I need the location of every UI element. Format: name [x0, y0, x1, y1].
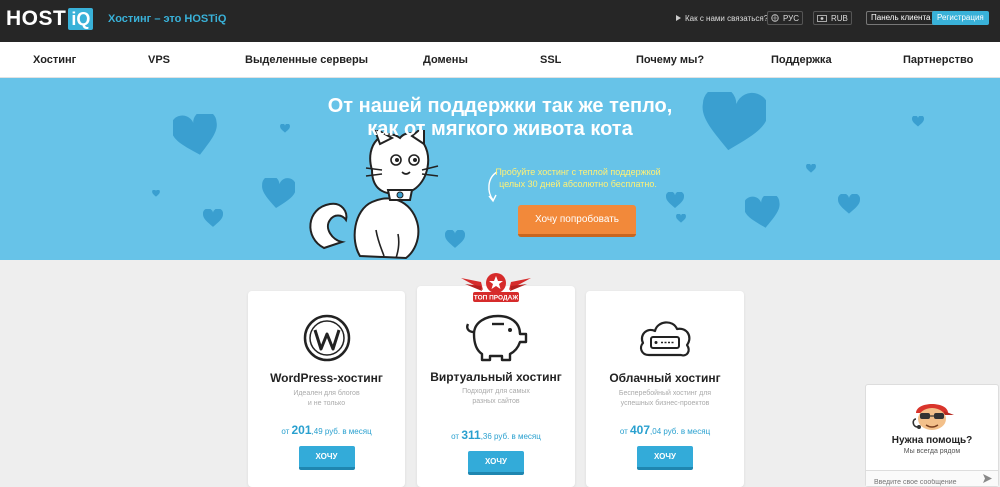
send-icon[interactable] — [983, 474, 992, 483]
card-desc-line1: Идеален для блогов — [293, 390, 360, 397]
heart-icon — [702, 92, 766, 151]
card-description: Идеален для блогов и не только — [258, 389, 395, 409]
card-desc-line2: успешных бизнес-проектов — [620, 400, 710, 407]
chat-subtitle: Мы всегда рядом — [903, 448, 961, 455]
heart-icon — [262, 178, 295, 209]
card-price: от 407,04 руб. в месяц — [586, 423, 744, 437]
main-nav: Хостинг VPS Выделенные серверы Домены SS… — [0, 42, 1000, 78]
hero-title-line1: От нашей поддержки так же тепло, — [327, 95, 673, 117]
wordpress-icon — [303, 314, 350, 362]
hero-subtitle-line2: целых 30 дней абсолютно бесплатно. — [499, 179, 657, 189]
nav-item-why-us[interactable]: Почему мы? — [636, 54, 704, 66]
chat-input-area — [866, 470, 998, 487]
price-prefix: от — [281, 427, 290, 436]
hero-banner: От нашей поддержки так же тепло, как от … — [0, 78, 1000, 260]
chat-title: Нужна помощь? — [891, 435, 973, 446]
logo[interactable]: HOST iQ — [6, 7, 94, 31]
card-description: Подходит для самых разных сайтов — [427, 387, 565, 407]
order-button[interactable]: ХОЧУ — [298, 446, 355, 470]
plan-card-cloud: Облачный хостинг Бесперебойный хостинг д… — [586, 291, 744, 487]
arrow-right-icon — [676, 15, 681, 21]
price-integer: 311 — [461, 428, 481, 442]
nav-item-ssl[interactable]: SSL — [540, 54, 561, 66]
chat-widget[interactable]: Нужна помощь? Мы всегда рядом — [865, 384, 999, 487]
heart-icon — [745, 196, 780, 228]
hero-subtitle-line1: Пробуйте хостинг с теплой поддержкой — [495, 167, 661, 177]
heart-icon — [666, 192, 684, 208]
nav-item-support[interactable]: Поддержка — [771, 54, 832, 66]
card-desc-line2: и не только — [307, 400, 346, 407]
top-bar: HOST iQ Хостинг – это HOSTiQ Как с нами … — [0, 0, 1000, 42]
heart-icon — [280, 124, 290, 133]
heart-icon — [152, 190, 160, 197]
card-title: Облачный хостинг — [609, 371, 721, 385]
chat-message-input[interactable] — [874, 475, 974, 487]
card-price: от 201,49 руб. в месяц — [248, 423, 405, 437]
currency-select[interactable]: RUB — [813, 11, 852, 25]
card-description: Бесперебойный хостинг для успешных бизне… — [596, 389, 734, 409]
cloud-server-icon — [639, 321, 691, 357]
piggy-bank-icon — [466, 314, 528, 362]
client-panel-button[interactable]: Панель клиента — [866, 11, 936, 25]
price-prefix: от — [451, 432, 460, 441]
hero-subtitle: Пробуйте хостинг с теплой поддержкой цел… — [488, 166, 668, 190]
tagline: Хостинг – это HOSTiQ — [108, 13, 227, 25]
language-select[interactable]: РУС — [767, 11, 804, 25]
try-free-button[interactable]: Хочу попробовать — [518, 205, 636, 237]
heart-icon — [838, 194, 860, 214]
currency-label: RUB — [831, 13, 848, 23]
top-sales-badge: ТОП ПРОДАЖ — [461, 273, 531, 302]
nav-item-domains[interactable]: Домены — [423, 54, 468, 66]
hero-title-line2: как от мягкого живота кота — [367, 118, 633, 140]
price-integer: 201 — [291, 423, 312, 437]
order-button[interactable]: ХОЧУ — [468, 451, 524, 475]
nav-item-dedicated[interactable]: Выделенные серверы — [245, 54, 368, 66]
card-desc-line1: Бесперебойный хостинг для — [618, 390, 712, 397]
nav-item-partnership[interactable]: Партнерство — [903, 54, 973, 66]
logo-text: HOST — [6, 7, 67, 30]
plan-card-wordpress: WordPress-хостинг Идеален для блогов и н… — [248, 291, 405, 487]
card-desc-line2: разных сайтов — [472, 398, 520, 405]
banknote-icon — [817, 14, 827, 22]
heart-icon — [912, 116, 924, 127]
price-prefix: от — [619, 427, 628, 436]
heart-icon — [203, 209, 223, 227]
order-button[interactable]: ХОЧУ — [637, 446, 693, 470]
support-agent-avatar — [912, 404, 954, 430]
hero-title: От нашей поддержки так же тепло, как от … — [300, 95, 700, 141]
globe-icon — [771, 14, 779, 22]
heart-icon — [676, 214, 686, 223]
nav-item-vps[interactable]: VPS — [148, 54, 170, 66]
price-integer: 407 — [629, 423, 651, 437]
price-fraction: ,49 руб. в месяц — [311, 427, 372, 436]
card-title: Виртуальный хостинг — [430, 370, 562, 384]
register-button[interactable]: Регистрация — [932, 11, 989, 25]
contact-label: Как с нами связаться? — [685, 13, 769, 23]
price-fraction: ,36 руб. в месяц — [480, 432, 541, 441]
card-title: WordPress-хостинг — [270, 371, 383, 385]
badge-label: ТОП ПРОДАЖ — [474, 295, 519, 302]
language-label: РУС — [783, 13, 800, 23]
cat-illustration — [309, 130, 439, 260]
card-price: от 311,36 руб. в месяц — [417, 428, 575, 442]
heart-icon — [173, 114, 217, 155]
logo-accent: iQ — [68, 8, 94, 30]
heart-icon — [806, 164, 816, 173]
price-fraction: ,04 руб. в месяц — [650, 427, 711, 436]
card-desc-line1: Подходит для самых — [462, 388, 530, 395]
contact-link[interactable]: Как с нами связаться? — [676, 11, 768, 25]
nav-item-hosting[interactable]: Хостинг — [33, 54, 76, 66]
plan-card-shared: Виртуальный хостинг Подходит для самых р… — [417, 286, 575, 487]
